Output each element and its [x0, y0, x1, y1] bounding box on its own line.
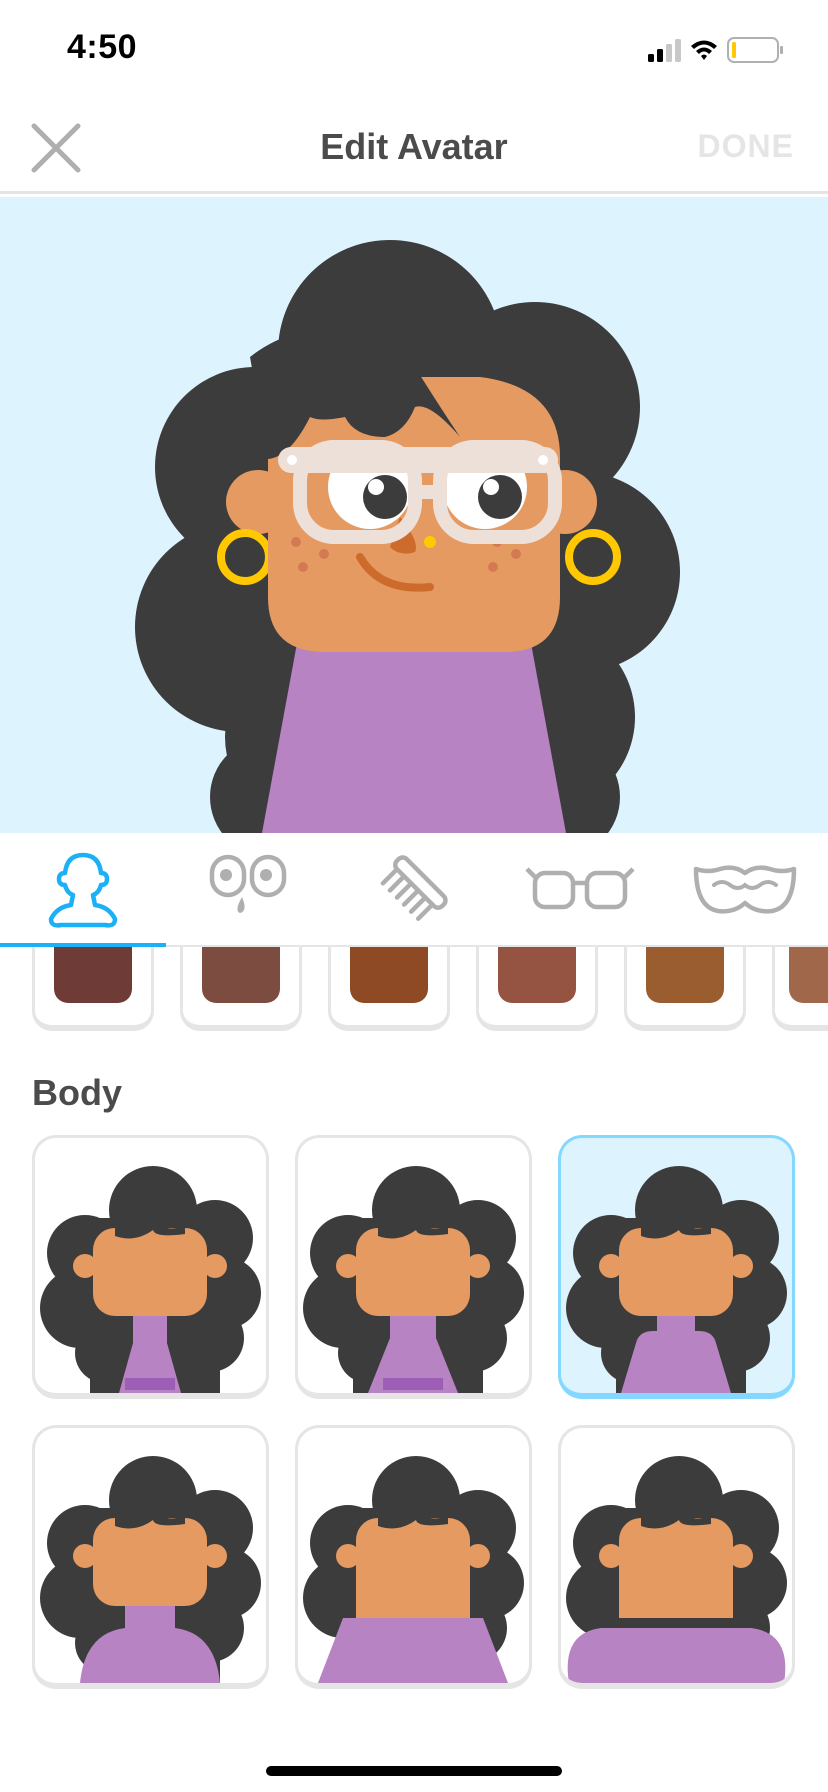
swatch-color [350, 947, 428, 1003]
skin-swatch[interactable] [32, 947, 154, 1031]
status-time: 4:50 [67, 28, 138, 66]
skin-swatch[interactable] [180, 947, 302, 1031]
skin-swatch[interactable] [624, 947, 746, 1031]
swatch-color [202, 947, 280, 1003]
swatch-color [646, 947, 724, 1003]
body-option[interactable] [295, 1425, 532, 1689]
skin-swatch[interactable] [772, 947, 828, 1031]
skin-swatch[interactable] [476, 947, 598, 1031]
skin-color-swatches [32, 947, 828, 1031]
avatar-preview [0, 197, 828, 833]
mustache-icon [693, 865, 797, 914]
wifi-icon [691, 40, 717, 60]
comb-icon [380, 855, 448, 921]
body-option-thumbnail [40, 1166, 261, 1393]
body-option-thumbnail [566, 1166, 787, 1393]
status-icons [646, 36, 796, 66]
glasses-icon [524, 867, 635, 910]
body-icon [48, 852, 118, 928]
body-option-selected[interactable] [558, 1135, 795, 1399]
body-option[interactable] [295, 1135, 532, 1399]
tab-facial-hair[interactable] [662, 833, 828, 945]
body-option[interactable] [558, 1425, 795, 1689]
tab-hair[interactable] [331, 833, 497, 945]
body-option-thumbnail [40, 1456, 261, 1683]
home-indicator[interactable] [266, 1766, 562, 1776]
body-option-thumbnail [566, 1456, 787, 1683]
swatch-color [498, 947, 576, 1003]
face-icon [210, 854, 287, 913]
tab-face[interactable] [166, 833, 332, 945]
tab-glasses[interactable] [497, 833, 663, 945]
body-option-thumbnail [303, 1166, 524, 1393]
navigation-header: Edit Avatar DONE [0, 100, 828, 194]
swatch-color [789, 947, 828, 1003]
done-button[interactable]: DONE [698, 128, 794, 165]
battery-icon [727, 37, 783, 63]
swatch-color [54, 947, 132, 1003]
category-tabs [0, 833, 828, 947]
signal-icon [648, 39, 681, 62]
status-bar: 4:50 [0, 0, 828, 100]
tab-body[interactable] [0, 833, 166, 947]
body-option[interactable] [32, 1425, 269, 1689]
body-options-grid [32, 1135, 796, 1689]
body-option-thumbnail [303, 1456, 524, 1683]
body-option[interactable] [32, 1135, 269, 1399]
section-title-body: Body [32, 1072, 122, 1113]
skin-swatch[interactable] [328, 947, 450, 1031]
avatar-illustration [135, 240, 680, 833]
